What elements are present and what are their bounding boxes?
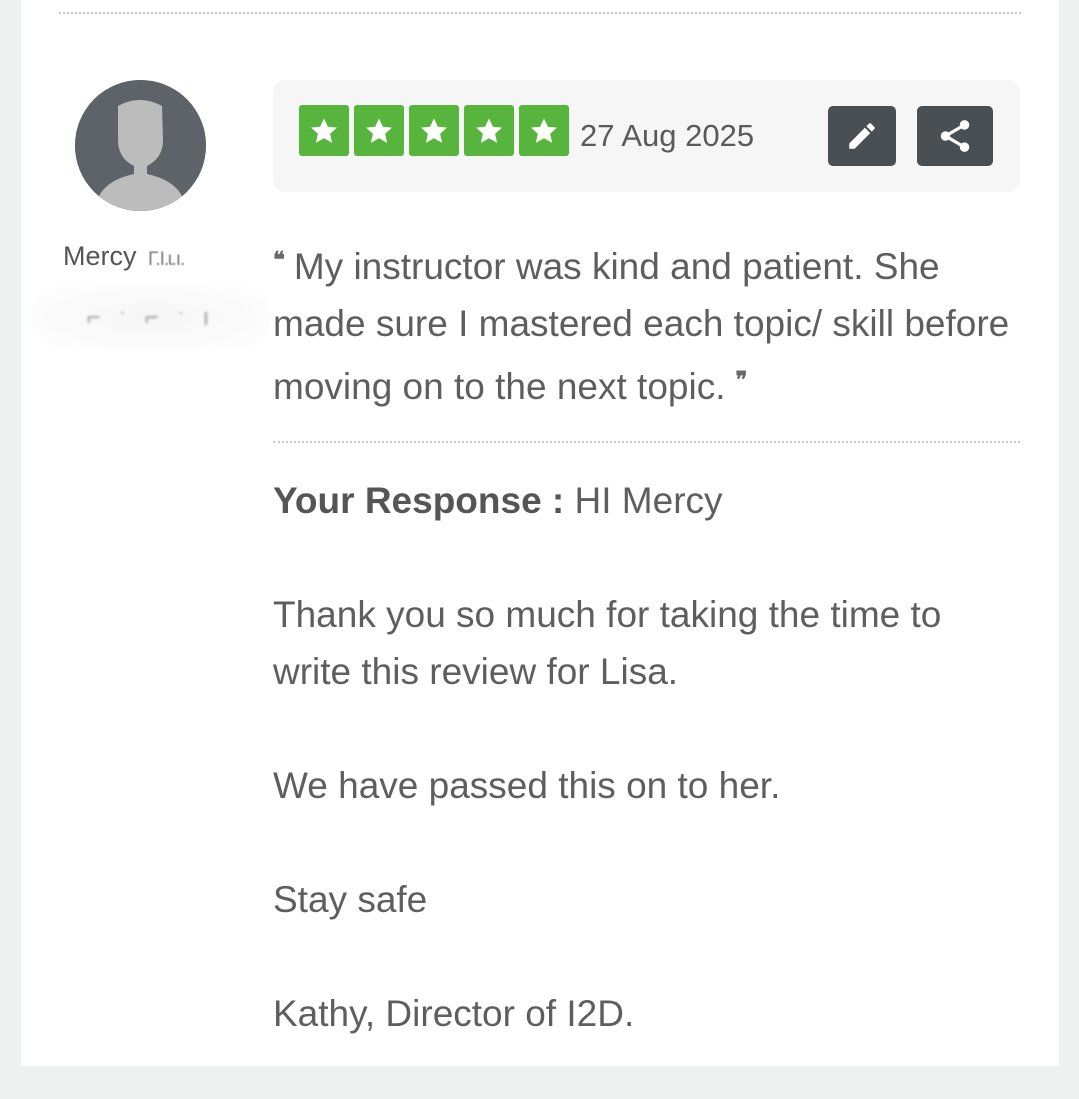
review-card: Mercy Γ.Ι.ɩ.ı. ⌐ ˑ ⌐ ˑ ı 27 Aug 2025 ❝ M… — [21, 0, 1059, 1066]
edit-button[interactable] — [828, 106, 896, 166]
reviewer-first-name: Mercy — [63, 241, 137, 271]
response-paragraph: Thank you so much for taking the time to… — [273, 594, 942, 692]
owner-response: Your Response : HI Mercy Thank you so mu… — [273, 472, 1013, 1099]
rating-bar: 27 Aug 2025 — [273, 80, 1020, 192]
response-greeting: HI Mercy — [574, 480, 723, 521]
pencil-icon — [849, 123, 875, 149]
share-button[interactable] — [917, 106, 993, 166]
top-divider — [59, 12, 1021, 14]
star-icon — [519, 105, 569, 156]
star-icon — [299, 105, 349, 156]
review-text: ❝ My instructor was kind and patient. She… — [273, 232, 1013, 415]
response-paragraph: Stay safe — [273, 879, 428, 920]
star-icon — [464, 105, 514, 156]
star-icon — [409, 105, 459, 156]
response-divider — [273, 441, 1020, 443]
reviewer-avatar — [75, 80, 206, 211]
user-silhouette-icon — [75, 80, 206, 211]
response-label: Your Response : — [273, 480, 565, 521]
response-paragraph: We have passed this on to her. — [273, 765, 781, 806]
open-quote-icon: ❝ — [273, 247, 285, 273]
response-signature: Kathy, Director of I2D. — [273, 993, 635, 1034]
reviewer-location-redacted: ⌐ ˑ ⌐ ˑ ı — [31, 285, 271, 350]
close-quote-icon: ❞ — [735, 367, 748, 393]
share-icon — [940, 120, 970, 152]
star-rating — [299, 105, 569, 156]
reviewer-surname-redacted: Γ.Ι.ɩ.ı. — [148, 249, 185, 270]
reviewer-name: Mercy Γ.Ι.ɩ.ı. — [63, 241, 185, 272]
review-date: 27 Aug 2025 — [580, 118, 755, 153]
star-icon — [354, 105, 404, 156]
review-body: My instructor was kind and patient. She … — [273, 246, 1010, 407]
response-header: Your Response : HI Mercy — [273, 472, 1013, 529]
